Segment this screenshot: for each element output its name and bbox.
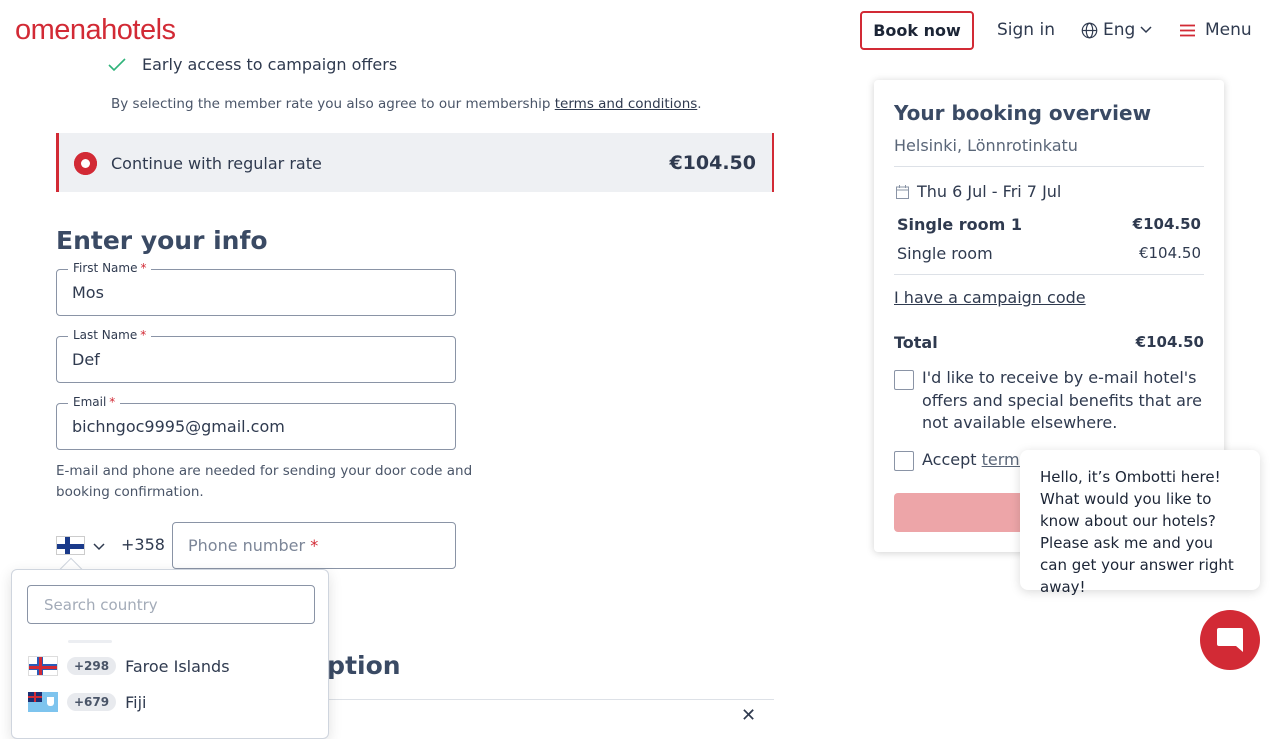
first-name-label: First Name * — [68, 261, 152, 275]
room-type: Single room — [897, 244, 993, 263]
language-label: Eng — [1103, 20, 1136, 40]
email-value[interactable]: bichngoc9995@gmail.com — [72, 417, 285, 436]
hamburger-icon — [1180, 24, 1195, 36]
total-price: €104.50 — [1135, 333, 1204, 351]
overview-title: Your booking overview — [894, 101, 1152, 125]
country-name: Fiji — [125, 692, 147, 712]
country-dropdown[interactable]: +298 Faroe Islands +679 Fiji — [11, 569, 329, 739]
room-type-row: Single room €104.50 — [897, 244, 1201, 263]
chat-greeting-bubble[interactable]: Hello, it’s Ombotti here! What would you… — [1020, 450, 1260, 596]
terms-suffix: . — [697, 96, 702, 112]
stay-dates: Thu 6 Jul - Fri 7 Jul — [896, 182, 1061, 201]
close-icon[interactable]: ✕ — [741, 705, 756, 726]
globe-icon — [1081, 22, 1098, 38]
last-name-field[interactable]: Last Name * Def — [56, 328, 456, 383]
membership-terms-note: By selecting the member rate you also ag… — [111, 96, 702, 112]
benefit-item: Early access to campaign offers — [108, 55, 397, 74]
chevron-down-icon — [1140, 26, 1152, 34]
room-heading: Single room 1 — [897, 215, 1023, 234]
last-name-label: Last Name * — [68, 328, 152, 342]
campaign-code-link[interactable]: I have a campaign code — [894, 288, 1086, 307]
country-item-fiji[interactable]: +679 Fiji — [28, 692, 146, 712]
rate-label: Continue with regular rate — [111, 154, 322, 173]
first-name-field[interactable]: First Name * Mos — [56, 261, 456, 316]
omena-logo[interactable]: omenahotels — [15, 14, 176, 47]
terms-link[interactable]: terms and conditions — [555, 96, 698, 112]
dates-label: Thu 6 Jul - Fri 7 Jul — [917, 182, 1062, 201]
terms-prefix: By selecting the member rate you also ag… — [111, 96, 555, 112]
menu-button[interactable]: Menu — [1180, 20, 1252, 40]
last-name-value[interactable]: Def — [72, 350, 100, 369]
faroe-islands-flag-icon — [28, 656, 58, 676]
country-item-faroe-islands[interactable]: +298 Faroe Islands — [28, 656, 230, 676]
sign-in-link[interactable]: Sign in — [997, 20, 1055, 40]
divider — [894, 274, 1204, 275]
room-heading-price: €104.50 — [1132, 215, 1201, 233]
country-dial-code: +679 — [67, 693, 117, 711]
checkmark-icon — [108, 57, 126, 71]
dial-code: +358 — [121, 535, 165, 554]
finland-flag-icon[interactable] — [56, 536, 85, 555]
rate-price: €104.50 — [669, 152, 756, 174]
phone-number-field[interactable]: Phone number * — [172, 522, 456, 569]
phone-placeholder: Phone number * — [188, 536, 319, 555]
country-chevron-icon[interactable] — [93, 543, 105, 551]
benefit-label: Early access to campaign offers — [142, 55, 398, 74]
language-selector[interactable]: Eng — [1081, 20, 1152, 40]
chat-button[interactable] — [1200, 610, 1260, 670]
email-field[interactable]: Email * bichngoc9995@gmail.com — [56, 395, 456, 450]
contact-helper-text: E-mail and phone are needed for sending … — [56, 463, 473, 500]
chat-icon — [1217, 628, 1243, 652]
offers-checkbox-label[interactable]: I'd like to receive by e-mail hotel's of… — [922, 367, 1202, 435]
calendar-icon — [896, 184, 909, 199]
book-now-button[interactable]: Book now — [860, 11, 974, 50]
first-name-value[interactable]: Mos — [72, 283, 104, 302]
country-name: Faroe Islands — [125, 656, 230, 676]
divider — [894, 166, 1204, 167]
room-type-price: €104.50 — [1138, 244, 1201, 262]
regular-rate-option[interactable]: Continue with regular rate €104.50 — [56, 133, 774, 192]
offers-checkbox[interactable] — [894, 370, 914, 390]
hotel-location: Helsinki, Lönnrotinkatu — [894, 136, 1078, 155]
enter-info-title: Enter your info — [56, 226, 268, 255]
country-search-input[interactable] — [27, 585, 315, 624]
country-dial-code: +298 — [67, 657, 117, 675]
menu-label: Menu — [1205, 20, 1252, 40]
total-row: Total €104.50 — [894, 333, 1204, 352]
rate-radio-selected[interactable] — [74, 152, 97, 175]
fiji-flag-icon — [28, 692, 58, 712]
room-heading-row: Single room 1 €104.50 — [897, 215, 1201, 234]
accept-terms-checkbox[interactable] — [894, 451, 914, 471]
scrolled-item-remnant — [68, 640, 112, 643]
total-label: Total — [894, 333, 938, 352]
email-label: Email * — [68, 395, 121, 409]
